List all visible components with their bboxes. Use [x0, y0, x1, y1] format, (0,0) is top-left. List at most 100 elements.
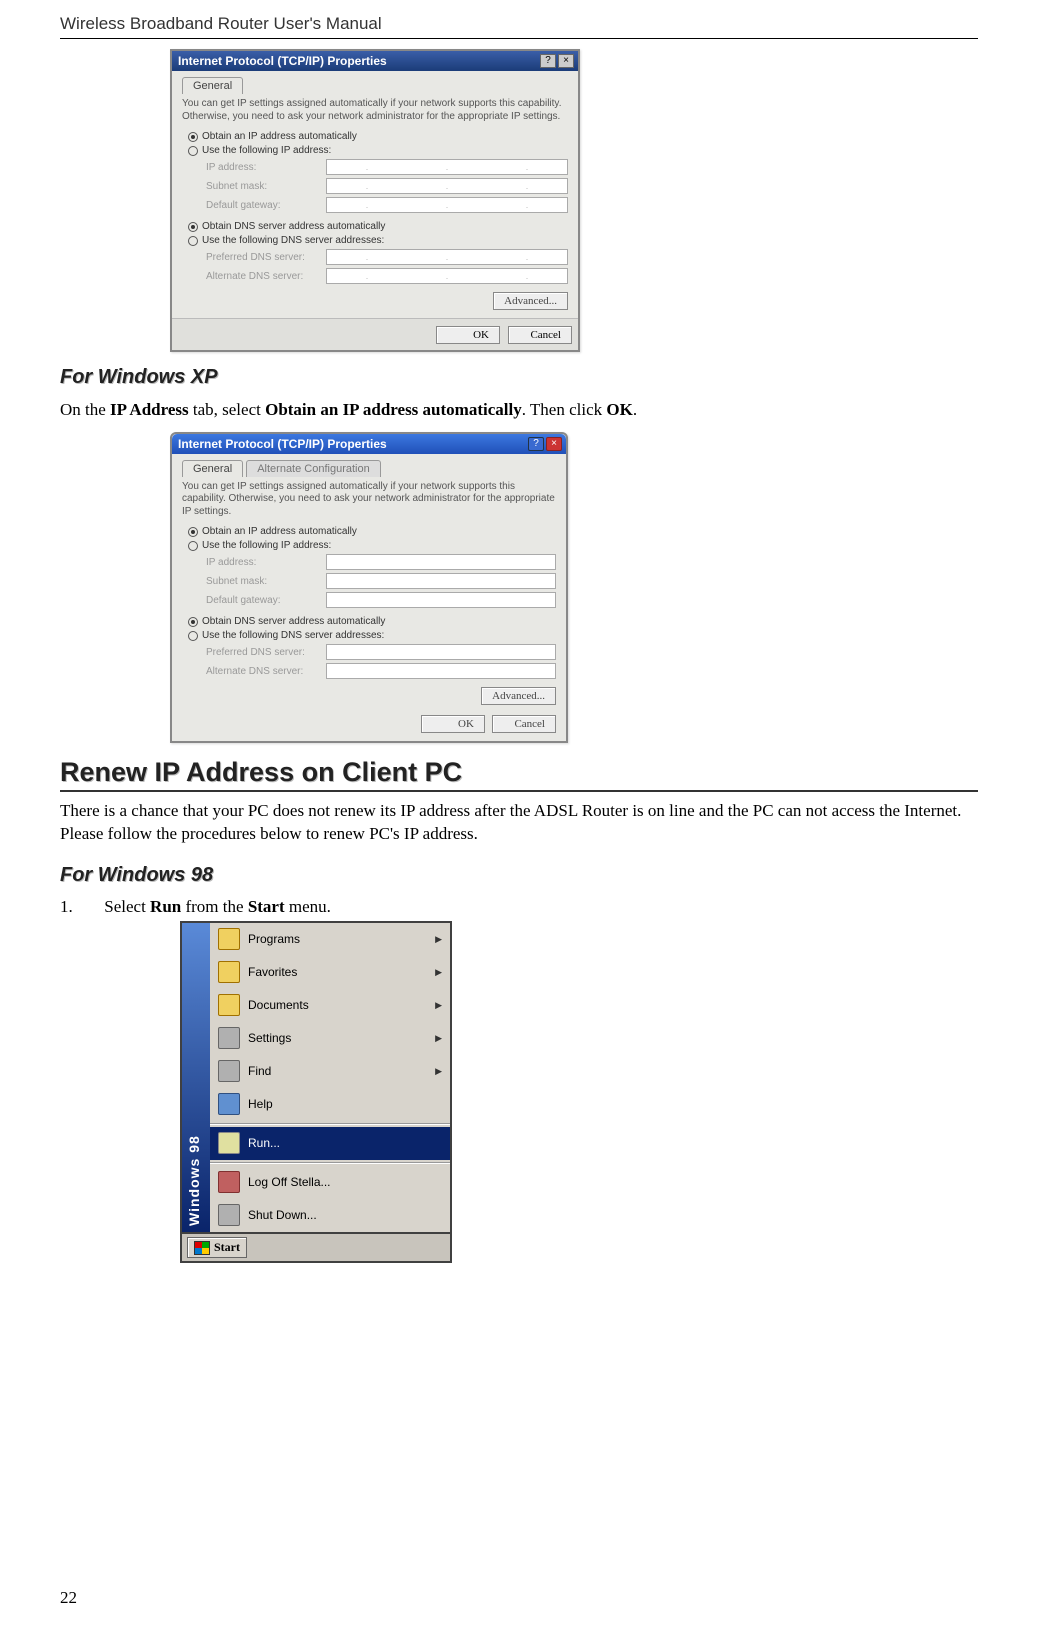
dialog-description: You can get IP settings assigned automat…: [182, 481, 556, 519]
text: from the: [181, 897, 248, 916]
radio-label: Use the following IP address:: [202, 145, 331, 156]
label-pref-dns: Preferred DNS server:: [206, 647, 316, 658]
menu-item-shutdown[interactable]: Shut Down...: [210, 1199, 450, 1232]
advanced-button[interactable]: Advanced...: [481, 687, 556, 705]
label-gateway: Default gateway:: [206, 200, 316, 211]
text: Select: [104, 897, 150, 916]
menu-item-help[interactable]: Help: [210, 1088, 450, 1121]
tcpip-dialog-winxp: Internet Protocol (TCP/IP) Properties ? …: [170, 432, 568, 744]
menu-label: Find: [248, 1064, 271, 1078]
step-number: 1.: [60, 897, 100, 917]
menu-label: Shut Down...: [248, 1208, 317, 1222]
dialog-titlebar: Internet Protocol (TCP/IP) Properties ? …: [172, 434, 566, 454]
radio-icon: [188, 527, 198, 537]
logoff-icon: [218, 1171, 240, 1193]
start-button-label: Start: [214, 1240, 240, 1255]
text: tab, select: [189, 400, 265, 419]
menu-item-programs[interactable]: Programs ▶: [210, 923, 450, 956]
tab-alternate-configuration[interactable]: Alternate Configuration: [246, 460, 381, 477]
text-bold: IP Address: [110, 400, 189, 419]
label-subnet: Subnet mask:: [206, 181, 316, 192]
help-icon: [218, 1093, 240, 1115]
advanced-button[interactable]: Advanced...: [493, 292, 568, 310]
radio-use-dns[interactable]: Use the following DNS server addresses:: [188, 235, 568, 246]
submenu-arrow-icon: ▶: [435, 934, 442, 945]
cancel-button[interactable]: Cancel: [508, 326, 572, 344]
radio-obtain-ip[interactable]: Obtain an IP address automatically: [188, 526, 556, 537]
menu-item-logoff[interactable]: Log Off Stella...: [210, 1166, 450, 1199]
menu-label: Log Off Stella...: [248, 1175, 331, 1189]
text: . Then click: [522, 400, 607, 419]
dialog-titlebar: Internet Protocol (TCP/IP) Properties ? …: [172, 51, 578, 71]
text-bold: OK: [606, 400, 632, 419]
header-rule: [60, 38, 978, 39]
menu-item-favorites[interactable]: Favorites▶: [210, 956, 450, 989]
default-gateway-field: [326, 592, 556, 608]
heading-renew-ip: Renew IP Address on Client PC: [60, 757, 978, 788]
radio-icon: [188, 541, 198, 551]
close-icon[interactable]: ×: [546, 437, 562, 451]
run-icon: [218, 1132, 240, 1154]
radio-use-ip[interactable]: Use the following IP address:: [188, 540, 556, 551]
page-number: 22: [60, 1588, 77, 1608]
radio-label: Obtain DNS server address automatically: [202, 616, 385, 627]
radio-label: Use the following IP address:: [202, 540, 331, 551]
win98-start-menu: Windows 98 Programs▶ Favorites▶ Document…: [180, 921, 452, 1263]
text: On the: [60, 400, 110, 419]
help-icon[interactable]: ?: [528, 437, 544, 451]
radio-use-dns[interactable]: Use the following DNS server addresses:: [188, 630, 556, 641]
start-button[interactable]: Start: [187, 1237, 247, 1258]
documents-icon: [218, 994, 240, 1016]
ok-button[interactable]: OK: [436, 326, 500, 344]
heading-rule: [60, 790, 978, 792]
cancel-button[interactable]: Cancel: [492, 715, 556, 733]
radio-label: Obtain an IP address automatically: [202, 131, 357, 142]
alternate-dns-field: ...: [326, 268, 568, 284]
radio-obtain-dns[interactable]: Obtain DNS server address automatically: [188, 221, 568, 232]
close-icon[interactable]: ×: [558, 54, 574, 68]
radio-label: Use the following DNS server addresses:: [202, 235, 384, 246]
start-menu-brandbar: Windows 98: [182, 923, 210, 1232]
label-ip: IP address:: [206, 162, 316, 173]
help-icon[interactable]: ?: [540, 54, 556, 68]
tab-general[interactable]: General: [182, 77, 243, 94]
radio-icon: [188, 236, 198, 246]
tab-general[interactable]: General: [182, 460, 243, 477]
subnet-mask-field: ...: [326, 178, 568, 194]
windows-logo-icon: [194, 1241, 210, 1255]
text: .: [633, 400, 637, 419]
ip-address-field: [326, 554, 556, 570]
text-bold: Start: [248, 897, 285, 916]
subnet-mask-field: [326, 573, 556, 589]
menu-label: Favorites: [248, 965, 297, 979]
label-pref-dns: Preferred DNS server:: [206, 252, 316, 263]
radio-obtain-ip[interactable]: Obtain an IP address automatically: [188, 131, 568, 142]
taskbar: Start: [180, 1234, 452, 1263]
text: menu.: [285, 897, 331, 916]
radio-icon: [188, 617, 198, 627]
menu-item-documents[interactable]: Documents▶: [210, 989, 450, 1022]
submenu-arrow-icon: ▶: [435, 1066, 442, 1077]
text-bold: Obtain an IP address automatically: [265, 400, 522, 419]
page-header-title: Wireless Broadband Router User's Manual: [60, 0, 978, 38]
menu-label: Programs: [248, 932, 300, 946]
label-gateway: Default gateway:: [206, 595, 316, 606]
step-1: 1. Select Run from the Start menu.: [60, 897, 978, 917]
radio-label: Obtain an IP address automatically: [202, 526, 357, 537]
paragraph-xp-instructions: On the IP Address tab, select Obtain an …: [60, 399, 978, 422]
ip-address-field: ...: [326, 159, 568, 175]
label-ip: IP address:: [206, 557, 316, 568]
radio-use-ip[interactable]: Use the following IP address:: [188, 145, 568, 156]
label-subnet: Subnet mask:: [206, 576, 316, 587]
ok-button[interactable]: OK: [421, 715, 485, 733]
menu-separator: [210, 1123, 450, 1125]
menu-item-find[interactable]: Find ▶: [210, 1055, 450, 1088]
menu-item-run[interactable]: Run...: [210, 1127, 450, 1160]
favorites-icon: [218, 961, 240, 983]
menu-item-settings[interactable]: Settings▶: [210, 1022, 450, 1055]
alternate-dns-field: [326, 663, 556, 679]
radio-obtain-dns[interactable]: Obtain DNS server address automatically: [188, 616, 556, 627]
preferred-dns-field: ...: [326, 249, 568, 265]
menu-label: Help: [248, 1097, 273, 1111]
default-gateway-field: ...: [326, 197, 568, 213]
